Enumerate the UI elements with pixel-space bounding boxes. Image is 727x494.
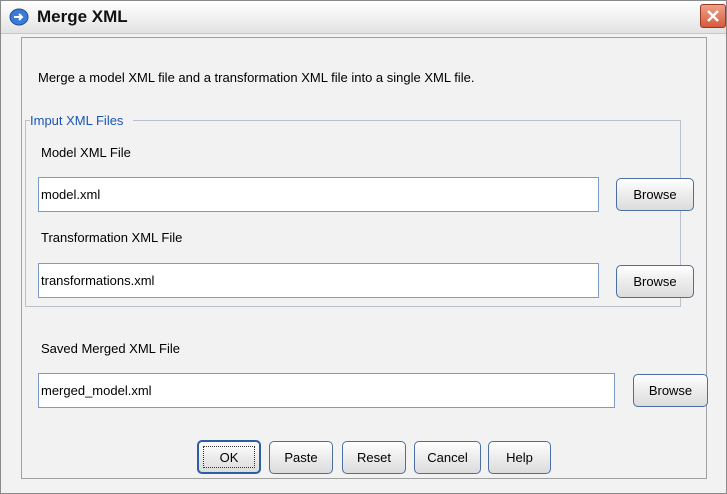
output-browse-button[interactable]: Browse <box>633 374 708 407</box>
title-bar[interactable]: Merge XML <box>1 1 726 34</box>
ok-button-label: OK <box>203 446 255 468</box>
ok-button[interactable]: OK <box>197 440 261 474</box>
paste-button[interactable]: Paste <box>269 441 333 474</box>
close-button[interactable] <box>700 4 726 28</box>
saved-merged-xml-input[interactable] <box>38 373 615 408</box>
merge-xml-dialog: Merge XML Merge a model XML file and a t… <box>0 0 727 494</box>
help-button[interactable]: Help <box>488 441 551 474</box>
app-icon <box>9 8 29 26</box>
model-browse-button[interactable]: Browse <box>616 178 694 211</box>
model-xml-label: Model XML File <box>41 145 131 160</box>
dialog-description: Merge a model XML file and a transformat… <box>38 70 475 85</box>
model-xml-input[interactable] <box>38 177 599 212</box>
window-title: Merge XML <box>37 7 128 26</box>
transformation-browse-button[interactable]: Browse <box>616 265 694 298</box>
group-legend: Imput XML Files <box>30 113 124 128</box>
cancel-button[interactable]: Cancel <box>414 441 481 474</box>
close-icon <box>707 10 719 22</box>
transformation-xml-label: Transformation XML File <box>41 230 183 245</box>
reset-button[interactable]: Reset <box>342 441 406 474</box>
transformation-xml-input[interactable] <box>38 263 599 298</box>
saved-merged-xml-label: Saved Merged XML File <box>41 341 180 356</box>
